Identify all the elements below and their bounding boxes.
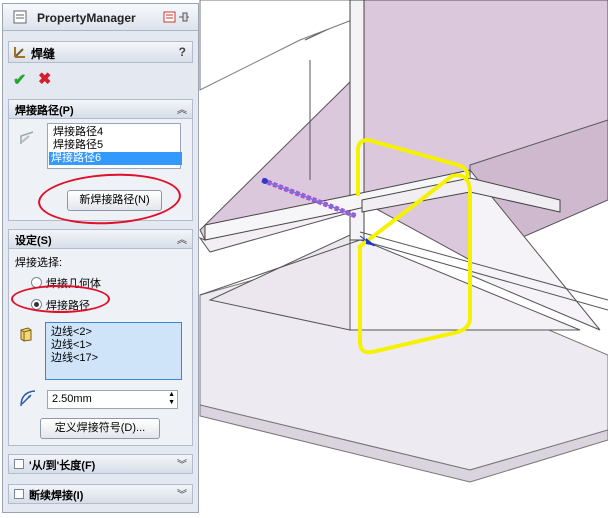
annotation-ellipse-weld-path-radio [11, 285, 110, 313]
list-item-selected[interactable]: 焊接路径6 [49, 152, 182, 165]
spin-down-icon[interactable]: ▼ [168, 399, 175, 406]
help-button[interactable]: ? [179, 45, 186, 59]
weld-path-list[interactable]: 焊接路径4 焊接路径5 焊接路径6 [47, 123, 182, 169]
bead-size-icon [18, 388, 38, 411]
intermittent-weld-header[interactable]: 断续焊接(I) ︾ [9, 485, 192, 503]
expand-chevron-icon[interactable]: ︾ [177, 486, 187, 501]
from-to-length-checkbox[interactable] [14, 459, 24, 469]
settings-group-title: 设定(S) [15, 235, 52, 247]
property-manager-icon [13, 10, 27, 24]
edge-selection-icon [19, 326, 33, 345]
settings-group: 设定(S) ︽ 焊接选择: 焊接几何体 焊接路径 边线<2> 边线<1> 边线<… [8, 229, 193, 446]
bead-size-input[interactable]: 2.50mm ▲ ▼ [47, 390, 178, 409]
feature-title: 焊缝 [31, 47, 56, 61]
weld-path-group-header[interactable]: 焊接路径(P) ︽ [9, 100, 192, 119]
from-to-length-group[interactable]: '从/到'长度(F) ︾ [8, 454, 193, 474]
list-item[interactable]: 边线<17> [49, 352, 100, 365]
edge-selection-list[interactable]: 边线<2> 边线<1> 边线<17> [45, 322, 182, 380]
panel-title: PropertyManager [37, 11, 136, 25]
weld-path-list-icon [19, 130, 35, 149]
intermittent-weld-group[interactable]: 断续焊接(I) ︾ [8, 484, 193, 504]
expand-chevron-icon[interactable]: ︾ [177, 456, 187, 471]
define-weld-symbol-label: 定义焊接符号(D)... [54, 422, 146, 434]
pin-icon[interactable] [163, 10, 191, 24]
collapse-chevron-icon[interactable]: ︽ [177, 231, 187, 246]
feature-header: 焊缝 ? [8, 41, 193, 63]
cancel-button[interactable]: ✖ [38, 69, 51, 89]
settings-group-header[interactable]: 设定(S) ︽ [9, 230, 192, 249]
from-to-length-header[interactable]: '从/到'长度(F) ︾ [9, 455, 192, 473]
list-item[interactable]: 边线<1> [49, 339, 94, 352]
intermittent-weld-checkbox[interactable] [14, 489, 24, 499]
from-to-length-title: '从/到'长度(F) [29, 460, 96, 472]
define-weld-symbol-button[interactable]: 定义焊接符号(D)... [40, 418, 160, 439]
intermittent-weld-title: 断续焊接(I) [29, 490, 84, 502]
list-item[interactable]: 焊接路径4 [51, 126, 105, 139]
list-item[interactable]: 焊接路径5 [51, 139, 105, 152]
weld-path-group-title: 焊接路径(P) [15, 105, 74, 117]
panel-title-bar: PropertyManager [3, 4, 198, 31]
property-manager-panel: PropertyManager 焊缝 ? ✔ ✖ 焊接路径(P) ︽ 焊接路径4… [2, 3, 199, 513]
weld-bead-icon [13, 45, 27, 62]
bead-size-value: 2.50mm [52, 393, 92, 405]
weld-selection-label: 焊接选择: [15, 257, 63, 269]
list-item[interactable]: 边线<2> [49, 326, 94, 339]
spin-up-icon[interactable]: ▲ [168, 391, 175, 398]
weld-start-handle [262, 178, 268, 184]
ok-button[interactable]: ✔ [13, 70, 26, 90]
collapse-chevron-icon[interactable]: ︽ [177, 101, 187, 116]
